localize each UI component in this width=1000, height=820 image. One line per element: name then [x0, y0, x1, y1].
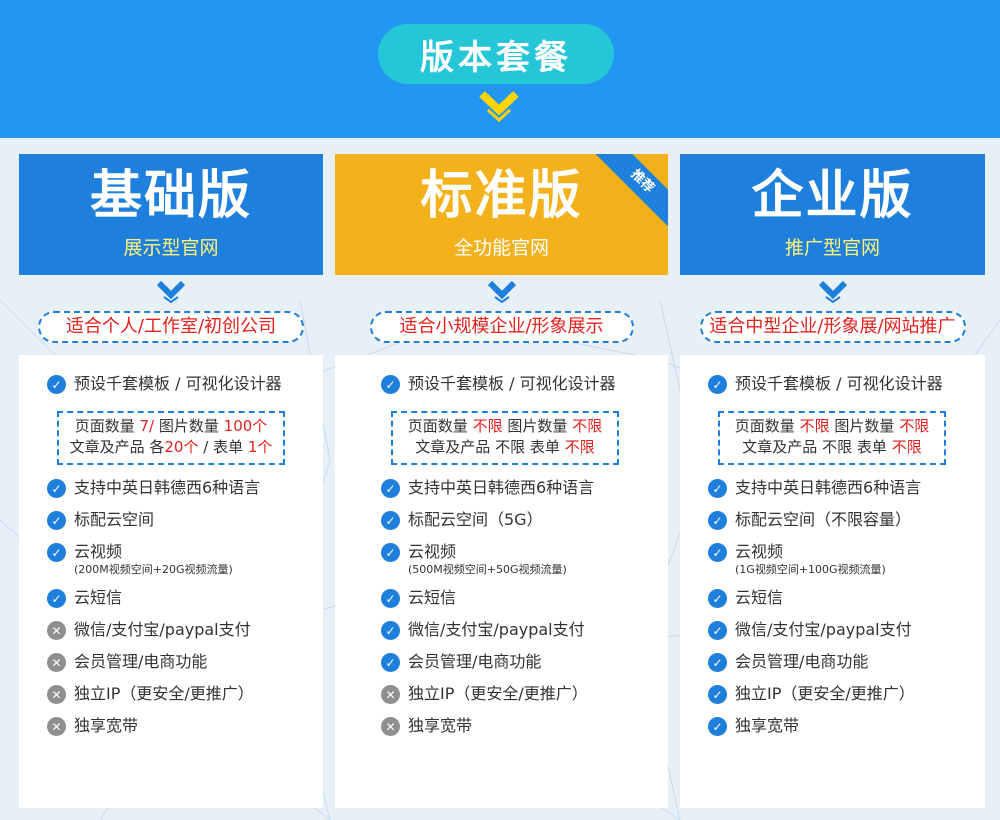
feature-item: ✕ 独享宽带 [47, 715, 323, 747]
check-icon: ✓ [708, 479, 727, 498]
check-icon: ✓ [47, 511, 66, 530]
plan-subtitle: 全功能官网 [453, 237, 549, 259]
feature-item: ✓ 标配云空间（5G） [381, 509, 668, 541]
feature-item: ✓ 微信/支付宝/paypal支付 [381, 619, 668, 651]
feature-item: ✕ 会员管理/电商功能 [47, 651, 323, 683]
plan-card-basic: 基础版 展示型官网 适合个人/工作室/初创公司 ✓ 预设千套模板 / 可视化设计… [19, 154, 323, 808]
feature-item: ✓ 云视频 (500M视频空间+50G视频流量) [381, 541, 668, 587]
feature-item: ✕ 独立IP（更安全/更推广） [47, 683, 323, 715]
check-icon: ✓ [708, 653, 727, 672]
check-icon: ✓ [381, 589, 400, 608]
plan-subtitle: 展示型官网 [123, 237, 219, 259]
check-icon: ✓ [47, 375, 66, 394]
feature-item: ✓ 支持中英日韩德西6种语言 [381, 477, 668, 509]
check-icon: ✓ [708, 511, 727, 530]
feature-item: ✕ 微信/支付宝/paypal支付 [47, 619, 323, 651]
plan-header: 标准版 全功能官网 推荐 [335, 154, 668, 275]
plan-header: 企业版 推广型官网 [680, 154, 985, 275]
feature-item: ✓ 预设千套模板 / 可视化设计器 [47, 373, 323, 405]
check-icon: ✓ [381, 511, 400, 530]
plan-subtitle: 推广型官网 [784, 237, 880, 259]
check-icon: ✓ [708, 621, 727, 640]
check-icon: ✓ [381, 543, 400, 562]
chevron-down-icon [818, 280, 847, 303]
check-icon: ✓ [381, 479, 400, 498]
chevron-down-icon [479, 91, 519, 122]
feature-item: ✓ 支持中英日韩德西6种语言 [708, 477, 985, 509]
cross-icon: ✕ [47, 685, 66, 704]
plan-feature-list: ✓ 预设千套模板 / 可视化设计器 页面数量 7/ 图片数量 100个 文章及产… [19, 355, 323, 808]
quota-box: 页面数量 不限 图片数量 不限 文章及产品 不限 表单 不限 [718, 411, 946, 465]
feature-item: ✓ 预设千套模板 / 可视化设计器 [708, 373, 985, 405]
feature-item: ✓ 标配云空间（不限容量） [708, 509, 985, 541]
cross-icon: ✕ [47, 621, 66, 640]
plan-name: 基础版 [89, 165, 252, 226]
plan-feature-list: ✓ 预设千套模板 / 可视化设计器 页面数量 不限 图片数量 不限 文章及产品 … [680, 355, 985, 808]
cross-icon: ✕ [47, 717, 66, 736]
plan-feature-list: ✓ 预设千套模板 / 可视化设计器 页面数量 不限 图片数量 不限 文章及产品 … [335, 355, 668, 808]
feature-item: ✕ 独立IP（更安全/更推广） [381, 683, 668, 715]
chevron-down-icon [156, 280, 186, 303]
plan-header: 基础版 展示型官网 [19, 154, 323, 275]
quota-box: 页面数量 7/ 图片数量 100个 文章及产品 各20个 / 表单 1个 [57, 411, 285, 465]
plan-target-audience: 适合小规模企业/形象展示 [369, 311, 634, 343]
feature-item: ✓ 会员管理/电商功能 [708, 651, 985, 683]
feature-item: ✓ 云视频 (1G视频空间+100G视频流量) [708, 541, 985, 587]
feature-item: ✓ 独立IP（更安全/更推广） [708, 683, 985, 715]
plan-card-enterprise: 企业版 推广型官网 适合中型企业/形象展/网站推广 ✓ 预设千套模板 / 可视化… [680, 154, 985, 808]
check-icon: ✓ [381, 375, 400, 394]
check-icon: ✓ [708, 717, 727, 736]
check-icon: ✓ [708, 543, 727, 562]
feature-item: ✓ 独享宽带 [708, 715, 985, 747]
feature-item: ✓ 支持中英日韩德西6种语言 [47, 477, 323, 509]
check-icon: ✓ [381, 653, 400, 672]
plan-target-audience: 适合个人/工作室/初创公司 [38, 311, 304, 343]
feature-item: ✓ 云短信 [47, 587, 323, 619]
feature-item: ✓ 标配云空间 [47, 509, 323, 541]
plan-card-standard: 标准版 全功能官网 推荐 适合小规模企业/形象展示 ✓ 预设千套模板 / 可视化… [335, 154, 668, 808]
check-icon: ✓ [708, 685, 727, 704]
feature-item: ✓ 云短信 [708, 587, 985, 619]
plan-name: 企业版 [751, 165, 914, 226]
feature-item: ✓ 云短信 [381, 587, 668, 619]
page-title: 版本套餐 [378, 24, 614, 84]
chevron-down-icon [487, 280, 516, 303]
feature-item: ✓ 云视频 (200M视频空间+20G视频流量) [47, 541, 323, 587]
check-icon: ✓ [47, 543, 66, 562]
feature-item: ✓ 微信/支付宝/paypal支付 [708, 619, 985, 651]
cross-icon: ✕ [47, 653, 66, 672]
check-icon: ✓ [47, 479, 66, 498]
check-icon: ✓ [381, 621, 400, 640]
feature-item: ✕ 独享宽带 [381, 715, 668, 747]
plan-target-audience: 适合中型企业/形象展/网站推广 [699, 311, 966, 343]
cross-icon: ✕ [381, 685, 400, 704]
check-icon: ✓ [708, 589, 727, 608]
feature-item: ✓ 会员管理/电商功能 [381, 651, 668, 683]
check-icon: ✓ [708, 375, 727, 394]
cross-icon: ✕ [381, 717, 400, 736]
quota-box: 页面数量 不限 图片数量 不限 文章及产品 不限 表单 不限 [391, 411, 619, 465]
feature-item: ✓ 预设千套模板 / 可视化设计器 [381, 373, 668, 405]
check-icon: ✓ [47, 589, 66, 608]
